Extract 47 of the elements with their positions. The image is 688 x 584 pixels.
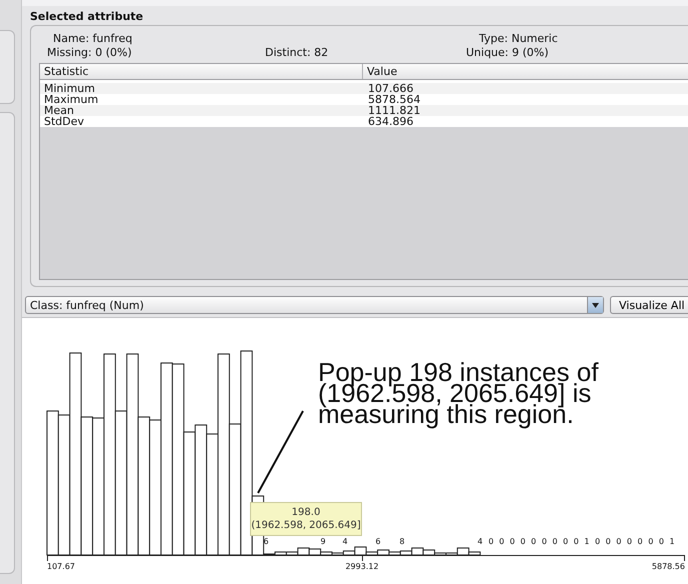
bar-label: 0	[542, 537, 547, 546]
missing-count: Missing: 0 (0%)	[46, 46, 132, 59]
table-cell-text: StdDev	[43, 116, 86, 127]
panel-title: Selected attribute	[29, 9, 144, 25]
bar-label: 0	[499, 537, 504, 546]
column-header[interactable]: Statistic	[40, 64, 362, 79]
visualize-all-button[interactable]: Visualize All	[610, 296, 688, 314]
table-cell-text: Maximum	[43, 94, 100, 105]
bar-label: 0	[563, 537, 568, 546]
bar-label: 1	[584, 537, 590, 546]
table-cell-text: 634.896	[367, 116, 414, 127]
bar-label: 0	[658, 537, 664, 546]
attribute-type: Type: Numeric	[478, 32, 558, 45]
table-cell-text: Mean	[43, 105, 74, 116]
bar-label: 8	[399, 537, 405, 546]
bar-label: 0	[626, 537, 632, 546]
bar-label: 4	[477, 537, 483, 546]
bar-label: 1	[670, 537, 675, 546]
table-cell-text: 5878.564	[367, 94, 422, 105]
bar-label: 6	[375, 537, 381, 546]
distinct-count: Distinct: 82	[264, 46, 328, 59]
table-cell-text: Minimum	[43, 83, 95, 94]
axis-label: 5878.56	[652, 562, 685, 572]
bar-label: 0	[648, 537, 654, 546]
attribute-name: Name: funfreq	[52, 32, 132, 45]
bar-label: 0	[574, 537, 579, 546]
bar-label: 0	[616, 537, 622, 546]
bar-label: 0	[510, 537, 515, 546]
bar-label: 6	[263, 537, 269, 546]
dropdown-arrow-icon	[592, 302, 599, 308]
bar-label: 0	[638, 537, 643, 546]
unique-count: Unique: 9 (0%)	[465, 46, 549, 59]
class-dropdown[interactable]: Class: funfreq (Num)	[25, 296, 604, 314]
bar-label: 4	[342, 537, 348, 546]
table-cell-text: 107.666	[367, 83, 414, 94]
bar-label: 0	[606, 537, 611, 546]
column-header[interactable]: Value	[362, 64, 688, 79]
bar-label: 9	[320, 537, 326, 546]
axis-label: 2993.12	[345, 562, 379, 572]
bar-label: 0	[594, 537, 600, 546]
tooltip: 198.0 (1962.598, 2065.649]	[250, 502, 362, 536]
axis-label: 107.67	[47, 562, 75, 572]
bar-label: 0	[552, 537, 558, 546]
bar-label: 0	[520, 537, 526, 546]
table-cell-text: 1111.821	[367, 105, 422, 116]
bar-label: 0	[531, 537, 536, 546]
bar-label: 0	[488, 537, 494, 546]
